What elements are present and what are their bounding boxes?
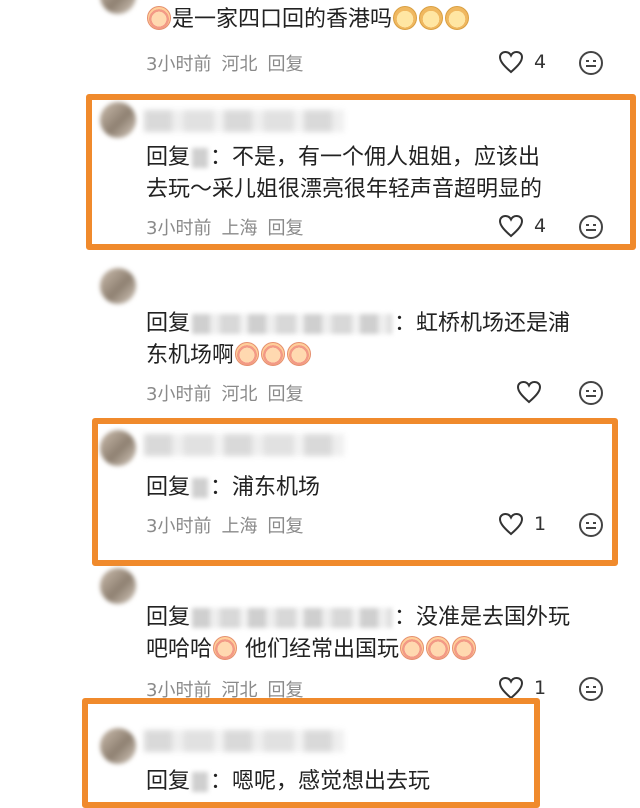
like-button[interactable]: 4 xyxy=(498,214,546,238)
reply-button[interactable]: 回复 xyxy=(267,54,303,75)
comment-meta: 3小时前 上海 回复 xyxy=(146,214,313,240)
emoji-icon xyxy=(445,6,470,30)
heart-icon xyxy=(498,50,524,74)
comment-time: 3小时前 xyxy=(146,384,212,405)
avatar[interactable] xyxy=(100,728,136,764)
emoji-icon xyxy=(287,342,312,366)
comment-text: 回复 ：没准是去国外玩 xyxy=(146,605,571,630)
like-button[interactable]: 1 xyxy=(498,676,546,700)
comment-location: 河北 xyxy=(221,384,258,405)
emoji-icon xyxy=(426,636,451,660)
avatar[interactable] xyxy=(100,102,136,138)
comment-time: 3小时前 xyxy=(146,218,212,239)
comment-location: 上海 xyxy=(221,218,258,239)
comment-text: 回复 ：不是，有一个佣人姐姐，应该出 xyxy=(146,145,541,170)
comment-location: 河北 xyxy=(221,54,258,75)
comment-time: 3小时前 xyxy=(146,54,212,75)
avatar[interactable] xyxy=(100,0,136,14)
like-count: 1 xyxy=(534,677,547,699)
like-count: 4 xyxy=(534,51,547,73)
username-blurred xyxy=(144,434,344,456)
emoji-icon xyxy=(261,342,286,366)
username-blurred xyxy=(144,730,344,752)
like-button[interactable]: 4 xyxy=(498,50,546,74)
username-blurred xyxy=(144,110,344,132)
like-count: 1 xyxy=(534,513,547,535)
comment-meta: 3小时前 河北 回复 xyxy=(146,50,313,76)
comment-meta: 3小时前 上海 回复 xyxy=(146,512,313,538)
heart-icon xyxy=(498,214,524,238)
emoji-icon xyxy=(400,636,425,660)
emoji-icon xyxy=(452,636,477,660)
like-button[interactable] xyxy=(516,380,542,404)
emoji-icon xyxy=(393,6,418,30)
comment-text: 回复 ：浦东机场 xyxy=(146,475,321,500)
more-icon[interactable] xyxy=(578,214,604,240)
avatar[interactable] xyxy=(100,268,136,304)
comment-text-line2: 吧哈哈 他们经常出国玩 xyxy=(146,634,616,666)
avatar[interactable] xyxy=(100,430,136,466)
emoji-icon xyxy=(419,6,444,30)
comment-text: 回复 ：嗯呢，感觉想出去玩 xyxy=(146,769,431,794)
reply-button[interactable]: 回复 xyxy=(267,218,303,239)
heart-icon xyxy=(498,676,524,700)
comment-text-line2: 东机场啊 xyxy=(146,340,616,372)
heart-icon xyxy=(516,380,542,404)
emoji-icon xyxy=(235,342,260,366)
comment-text: 回复 ：虹桥机场还是浦 xyxy=(146,311,571,336)
comment-text-line2: 去玩～采儿姐很漂亮很年轻声音超明显的 xyxy=(146,177,543,202)
comment-time: 3小时前 xyxy=(146,516,212,537)
heart-icon xyxy=(498,512,524,536)
comment-text: 是一家四口回的香港吗 xyxy=(146,4,616,36)
more-icon[interactable] xyxy=(578,50,604,76)
reply-button[interactable]: 回复 xyxy=(267,516,303,537)
like-count: 4 xyxy=(534,215,547,237)
more-icon[interactable] xyxy=(578,512,604,538)
reply-button[interactable]: 回复 xyxy=(267,384,303,405)
more-icon[interactable] xyxy=(578,676,604,702)
avatar[interactable] xyxy=(100,568,136,604)
comment-location: 上海 xyxy=(221,516,258,537)
more-icon[interactable] xyxy=(578,380,604,406)
emoji-icon xyxy=(213,636,238,660)
comment-meta: 3小时前 河北 回复 xyxy=(146,380,313,406)
emoji-icon xyxy=(147,6,171,30)
like-button[interactable]: 1 xyxy=(498,512,546,536)
